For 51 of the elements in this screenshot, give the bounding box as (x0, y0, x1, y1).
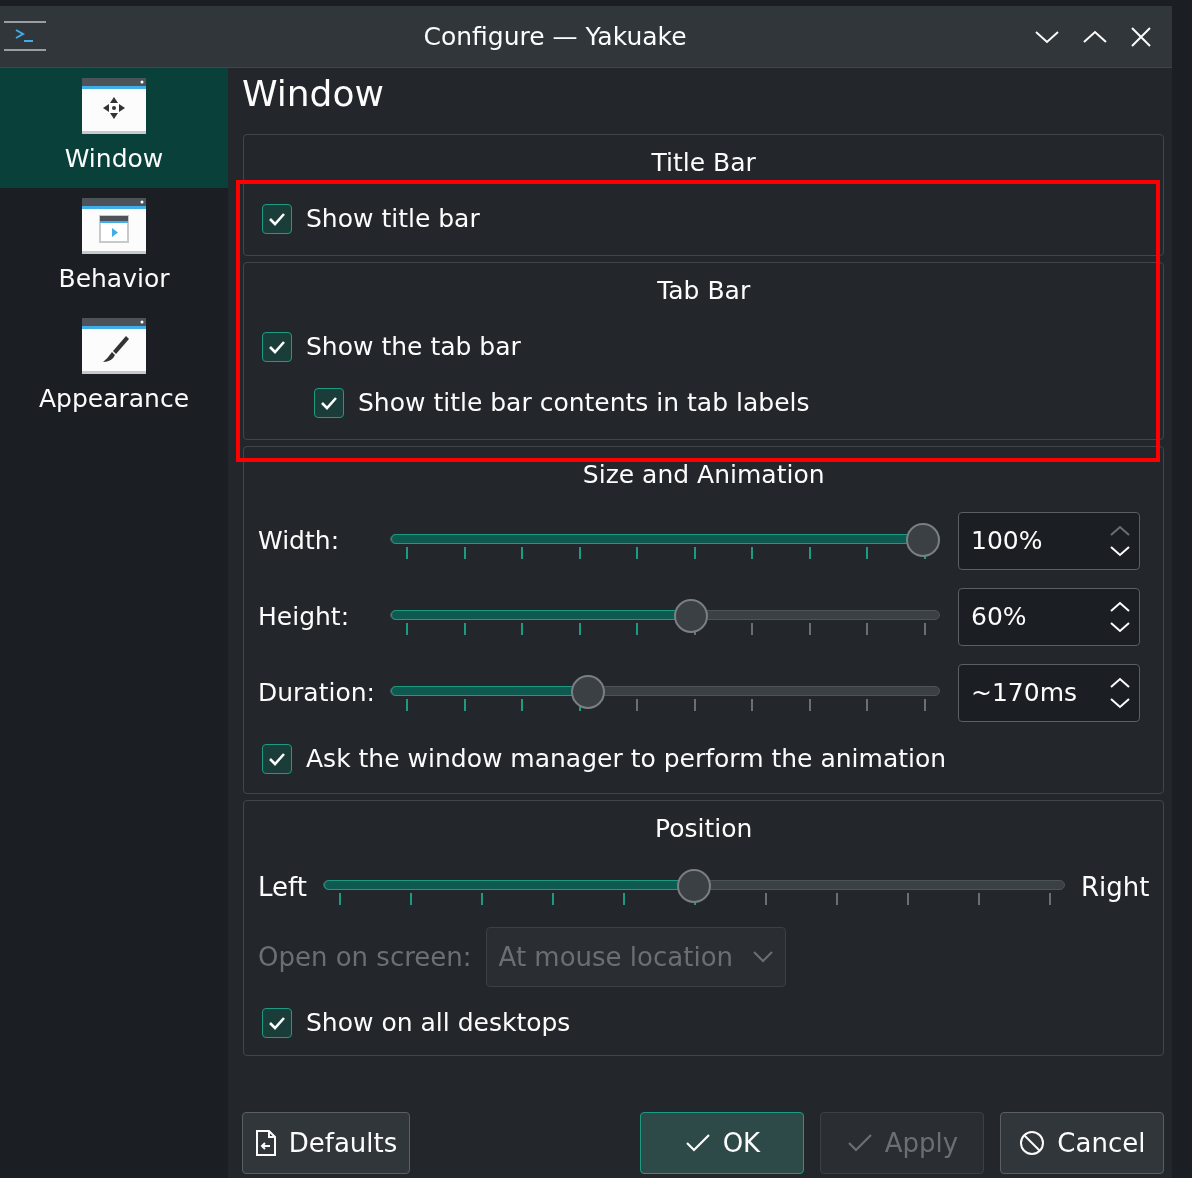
spin-box[interactable]: 60% (958, 588, 1140, 646)
sidebar-item[interactable]: Behavior (0, 188, 228, 308)
dropdown-value: At mouse location (498, 940, 734, 974)
dropdown-caret-icon (753, 951, 774, 963)
slider-handle[interactable] (673, 599, 708, 633)
slider-handle[interactable] (906, 523, 940, 557)
slider-label: Width: (258, 525, 341, 558)
slider-label: Duration: (258, 677, 376, 710)
slider-label: Height: (258, 601, 351, 634)
group-title: Size and Animation (581, 459, 826, 491)
select-label: Open on screen: (258, 940, 472, 974)
window-title: Configure — Yakuake (422, 20, 688, 53)
maximize-icon[interactable] (1082, 28, 1108, 45)
dialog-button[interactable]: OK (640, 1112, 805, 1174)
group-title: Title Bar (650, 147, 757, 179)
checkbox[interactable] (262, 204, 292, 234)
document-icon (254, 1130, 277, 1156)
sidebar-item[interactable]: Appearance (0, 308, 228, 428)
range-right-label: Right (1080, 870, 1150, 904)
spin-box-value: 100% (971, 525, 1043, 558)
checkbox[interactable] (262, 1008, 292, 1038)
slider-handle[interactable] (570, 675, 605, 709)
checkbox[interactable] (262, 744, 292, 774)
minimize-icon[interactable] (1034, 28, 1060, 45)
spin-box[interactable]: 100% (958, 512, 1140, 570)
checkbox-label[interactable]: Show title bar contents in tab labels (358, 384, 810, 422)
window-play-icon (82, 198, 146, 255)
checkbox-label[interactable]: Ask the window manager to perform the animation (306, 740, 947, 778)
checkbox-label[interactable]: Show on all desktops (306, 1004, 571, 1042)
page-title: Window (242, 72, 385, 116)
dialog-button[interactable]: Defaults (242, 1112, 410, 1174)
range-left-label: Left (258, 870, 307, 904)
checkbox[interactable] (314, 388, 344, 418)
paintbrush-icon (82, 318, 146, 375)
window-move-icon (82, 78, 146, 135)
close-icon[interactable] (1130, 25, 1152, 48)
spin-box[interactable]: ~170ms (958, 664, 1140, 722)
spin-box-value: 60% (971, 601, 1027, 634)
sidebar-item[interactable]: Window (0, 68, 228, 188)
terminal-icon (4, 20, 46, 53)
group-title: Tab Bar (656, 275, 752, 307)
group-title: Position (654, 813, 754, 845)
checkbox-label[interactable]: Show title bar (306, 200, 480, 238)
check-icon (684, 1133, 711, 1153)
check-icon (846, 1133, 873, 1153)
dialog-button[interactable]: Cancel (1000, 1112, 1165, 1174)
cancel-icon (1019, 1130, 1046, 1156)
spin-box-value: ~170ms (971, 677, 1078, 710)
slider-handle[interactable] (676, 869, 711, 903)
checkbox-label[interactable]: Show the tab bar (306, 328, 521, 366)
checkbox[interactable] (262, 332, 292, 362)
